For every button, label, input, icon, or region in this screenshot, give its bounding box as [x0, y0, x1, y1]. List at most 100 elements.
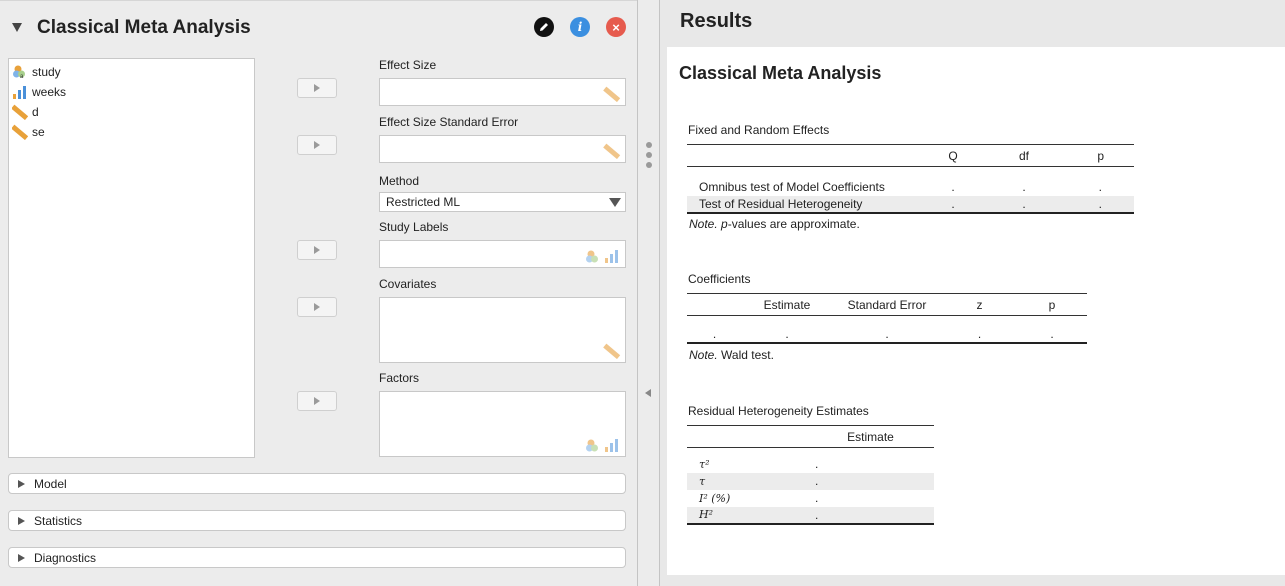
ordinal-icon — [12, 84, 28, 100]
cell: . — [815, 491, 819, 505]
cell: . — [832, 325, 942, 344]
close-icon: × — [612, 19, 620, 35]
residual-title[interactable]: Residual Heterogeneity Estimates — [688, 404, 869, 418]
column-header: Estimate — [807, 425, 934, 448]
table-row: τ . — [687, 472, 934, 490]
collapse-analysis-icon[interactable] — [12, 23, 22, 32]
coefficients-title[interactable]: Coefficients — [688, 272, 750, 286]
effect-size-se-field[interactable] — [379, 135, 626, 163]
info-icon: i — [577, 20, 583, 34]
table-row: τ² . — [687, 456, 934, 473]
section-statistics[interactable]: Statistics — [8, 510, 626, 531]
section-model[interactable]: Model — [8, 473, 626, 494]
results-output: Classical Meta Analysis Fixed and Random… — [667, 47, 1285, 575]
results-heading[interactable]: Classical Meta Analysis — [679, 63, 881, 84]
cell: . — [942, 325, 1017, 344]
covariates-field[interactable] — [379, 297, 626, 363]
collapse-left-icon[interactable] — [645, 389, 651, 397]
close-analysis-button[interactable]: × — [606, 17, 626, 37]
table-row: Omnibus test of Model Coefficients . . . — [687, 179, 1134, 196]
row-label: Omnibus test of Model Coefficients — [699, 180, 885, 194]
table-header-row: Estimate Standard Error z p — [687, 293, 1087, 316]
study-labels-field[interactable] — [379, 240, 626, 268]
cell: . — [1079, 195, 1134, 214]
results-panel: Results Classical Meta Analysis Fixed an… — [660, 0, 1285, 586]
factors-label: Factors — [379, 371, 420, 385]
fixed-random-title[interactable]: Fixed and Random Effects — [688, 123, 829, 137]
table-row: Test of Residual Heterogeneity . . . — [687, 195, 1134, 214]
assign-covariates-button[interactable] — [297, 297, 337, 317]
table-row: H² . — [687, 506, 934, 525]
row-label: H² — [687, 506, 807, 525]
note-prefix: Note. — [689, 217, 718, 231]
assign-factors-button[interactable] — [297, 391, 337, 411]
variable-item-d[interactable]: d — [11, 103, 39, 121]
method-label: Method — [379, 174, 420, 188]
arrow-right-icon — [314, 84, 320, 92]
method-value: Restricted ML — [386, 195, 461, 209]
variable-item-study[interactable]: a study — [12, 63, 61, 81]
scale-ruler-icon — [603, 143, 621, 159]
scale-ruler-icon — [11, 124, 29, 141]
assign-effect-size-button[interactable] — [297, 78, 337, 98]
expand-icon — [18, 516, 25, 525]
grip-dot — [646, 142, 652, 148]
chevron-down-icon — [609, 198, 621, 207]
arrow-right-icon — [314, 141, 320, 149]
assign-study-labels-button[interactable] — [297, 240, 337, 260]
pencil-icon — [540, 23, 548, 31]
cell: . — [951, 180, 955, 194]
results-title: Results — [680, 10, 753, 32]
arrow-right-icon — [314, 303, 320, 311]
row-label: Test of Residual Heterogeneity — [687, 195, 937, 214]
column-header: df — [969, 144, 1079, 167]
scale-ruler-icon — [11, 104, 29, 121]
analysis-panel: Classical Meta Analysis i × a study week… — [0, 0, 637, 586]
panel-splitter[interactable] — [637, 0, 660, 586]
cell: . — [1017, 325, 1087, 344]
assign-effect-size-se-button[interactable] — [297, 135, 337, 155]
scale-ruler-icon — [603, 86, 621, 102]
variable-item-weeks[interactable]: weeks — [12, 83, 66, 101]
column-header — [687, 144, 937, 167]
cell: . — [807, 506, 934, 525]
section-label: Model — [34, 476, 67, 491]
expand-icon — [18, 479, 25, 488]
column-header: Standard Error — [832, 293, 942, 316]
table-header-row: Estimate — [687, 425, 934, 448]
variable-label: d — [32, 105, 39, 119]
variable-list[interactable]: a study weeks d se — [8, 58, 255, 458]
edit-title-button[interactable] — [534, 17, 554, 37]
variable-item-se[interactable]: se — [11, 123, 45, 141]
table-row: I² (%) . — [687, 490, 934, 507]
coefficients-table: Estimate Standard Error z p . . . . . — [687, 293, 1087, 344]
column-header: Q — [937, 144, 969, 167]
method-select[interactable]: Restricted ML — [379, 192, 626, 212]
table-note: Note. p-values are approximate. — [689, 217, 860, 231]
variable-label: study — [32, 65, 61, 79]
cell: . — [1098, 180, 1102, 194]
cell: . — [1022, 180, 1026, 194]
column-header: p — [1079, 144, 1134, 167]
factors-field[interactable] — [379, 391, 626, 457]
effect-size-label: Effect Size — [379, 58, 437, 72]
fixed-random-table: Q df p Omnibus test of Model Coefficient… — [687, 144, 1134, 214]
arrow-right-icon — [314, 246, 320, 254]
effect-size-field[interactable] — [379, 78, 626, 106]
note-text: Wald test. — [721, 348, 774, 362]
cell: . — [807, 472, 934, 490]
info-button[interactable]: i — [570, 17, 590, 37]
variable-label: se — [32, 125, 45, 139]
cell: . — [815, 457, 819, 471]
table-note: Note. Wald test. — [689, 348, 774, 362]
cell: . — [969, 195, 1079, 214]
section-diagnostics[interactable]: Diagnostics — [8, 547, 626, 568]
section-label: Statistics — [34, 513, 83, 528]
note-text: -values are approximate. — [727, 217, 860, 231]
covariates-label: Covariates — [379, 277, 437, 291]
row-label: τ² — [699, 457, 710, 471]
analysis-title[interactable]: Classical Meta Analysis — [37, 17, 251, 39]
column-header — [687, 293, 742, 316]
column-header: z — [942, 293, 1017, 316]
variable-label: weeks — [32, 85, 67, 99]
